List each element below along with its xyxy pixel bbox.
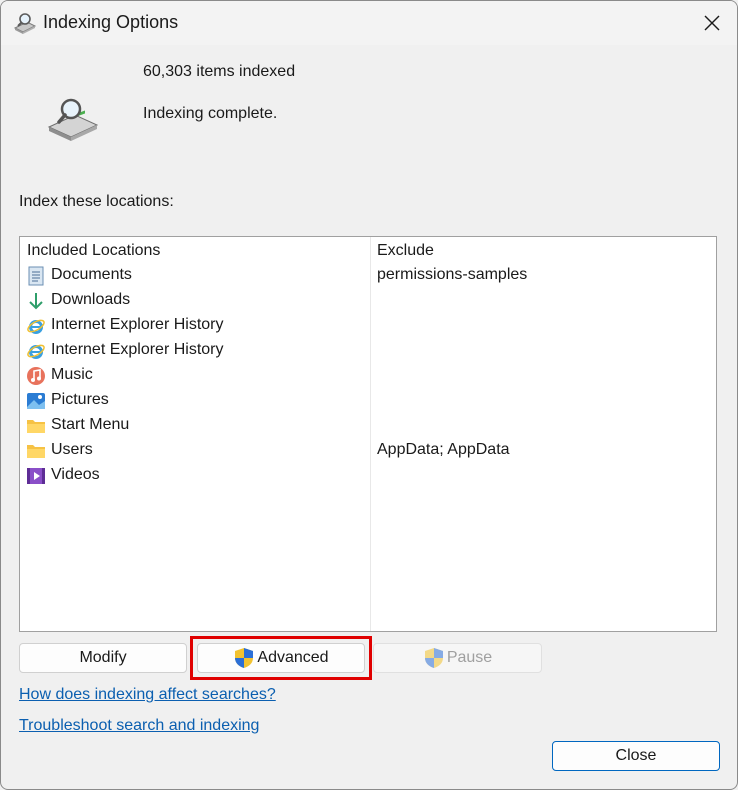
location-name: Videos [51,466,100,483]
location-row-downloads[interactable]: Downloads [20,289,716,314]
location-name: Documents [51,266,132,283]
location-row-start-menu[interactable]: Start Menu [20,414,716,439]
modify-button[interactable]: Modify [19,643,187,673]
location-name: Downloads [51,291,131,308]
location-row-documents[interactable]: Documents permissions-samples [20,264,716,289]
location-name: Users [51,441,93,458]
folder-icon [27,420,45,433]
documents-icon [28,266,44,286]
title-bar: Indexing Options [1,1,737,45]
advanced-button[interactable]: Advanced [197,643,365,673]
location-name: Music [51,366,93,383]
location-row-ie-history-2[interactable]: Internet Explorer History [20,339,716,364]
column-header-exclude[interactable]: Exclude [377,242,434,260]
uac-shield-icon [424,648,443,668]
location-row-videos[interactable]: Videos [20,464,716,489]
items-indexed-count: 60,303 items indexed [143,63,296,80]
pause-button: Pause [373,643,542,673]
location-name: Pictures [51,391,109,408]
advanced-button-label: Advanced [257,649,329,666]
close-icon [704,15,720,31]
indexing-status-icon [47,98,99,141]
indexing-status-text: Indexing complete. [143,105,278,122]
location-row-pictures[interactable]: Pictures [20,389,716,414]
indexing-app-icon [13,13,37,34]
window-close-button[interactable] [687,1,737,45]
pause-button-label: Pause [446,649,493,666]
uac-shield-icon [235,648,254,668]
location-name: Internet Explorer History [51,341,224,358]
indexing-options-window: Indexing Options 60,303 items indexed In… [0,0,738,790]
how-indexing-affects-searches-link[interactable]: How does indexing affect searches? [19,686,276,704]
location-exclude: AppData; AppData [377,441,510,458]
location-row-ie-history-1[interactable]: Internet Explorer History [20,314,716,339]
location-exclude: permissions-samples [377,266,528,283]
internet-explorer-icon [27,319,45,334]
location-name: Start Menu [51,416,130,433]
window-title: Indexing Options [43,12,179,32]
music-icon [27,367,45,385]
location-row-users[interactable]: Users AppData; AppData [20,439,716,464]
close-button[interactable]: Close [552,741,720,771]
internet-explorer-icon [27,344,45,359]
location-row-music[interactable]: Music [20,364,716,389]
pictures-icon [27,393,45,409]
locations-list[interactable]: Included Locations Exclude Documents per… [19,236,717,632]
location-name: Internet Explorer History [51,316,224,333]
column-header-included[interactable]: Included Locations [27,242,160,260]
index-locations-label: Index these locations: [19,193,174,210]
troubleshoot-search-link[interactable]: Troubleshoot search and indexing [19,717,259,735]
videos-icon [27,468,45,484]
downloads-icon [29,293,43,310]
folder-icon [27,445,45,458]
